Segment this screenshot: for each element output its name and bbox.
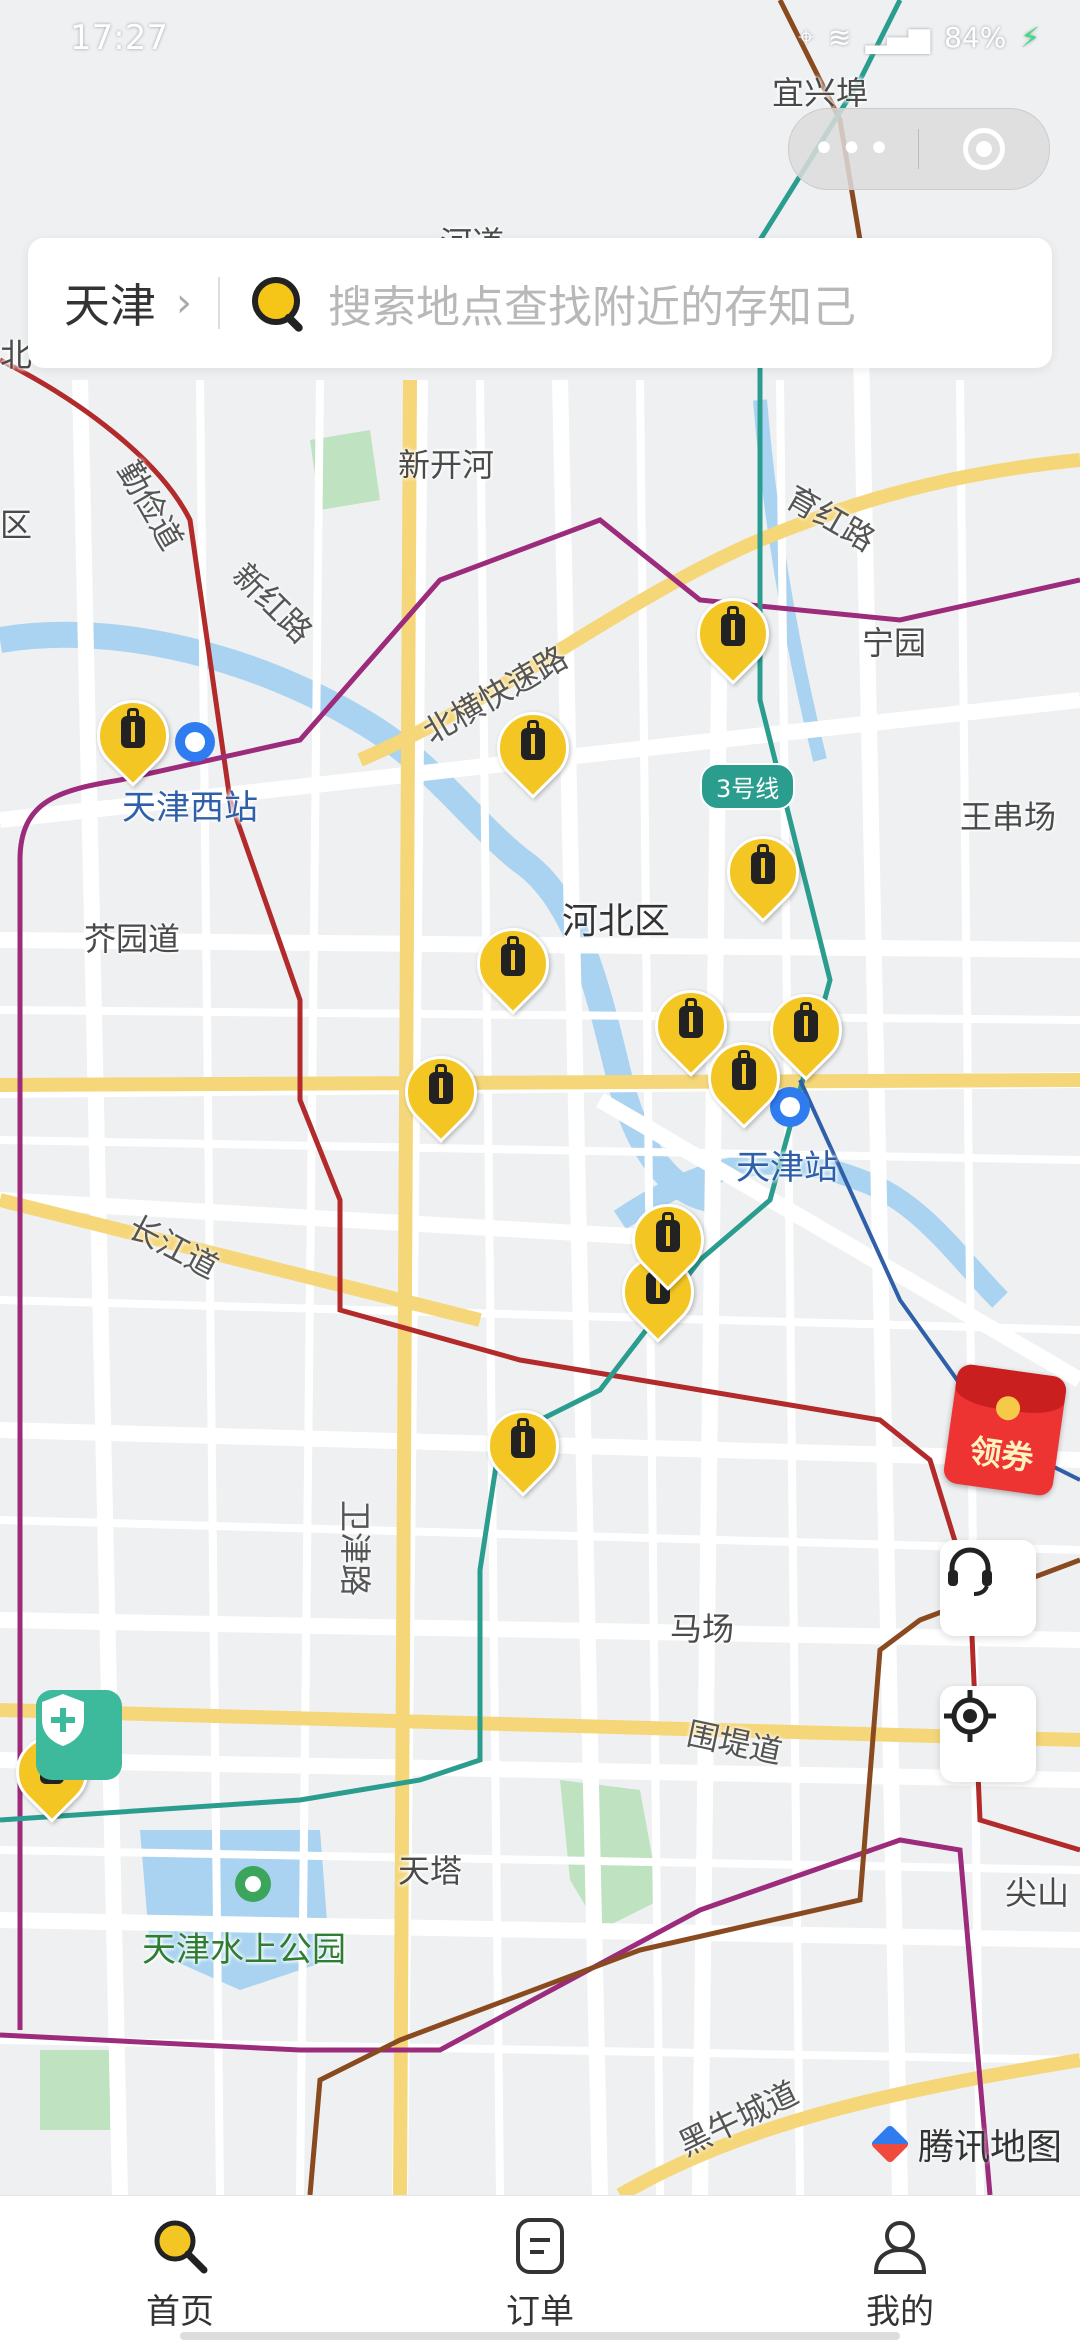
tab-orders[interactable]: 订单 (360, 2196, 720, 2341)
map-label-tianjinzhan: 天津站 (736, 1148, 838, 1188)
storage-pin-8[interactable] (693, 1027, 795, 1134)
wifi-icon: ≋ (828, 20, 852, 54)
storage-pin-4[interactable] (712, 821, 814, 928)
luggage-icon (121, 708, 145, 748)
charging-icon: ⚡ (1020, 20, 1040, 54)
luggage-icon (679, 998, 703, 1038)
storage-pin-3[interactable] (682, 583, 784, 690)
search-icon (154, 2220, 208, 2274)
luggage-icon (521, 720, 545, 760)
map-label-wangchuanchang: 王串场 (960, 798, 1057, 836)
luggage-icon (501, 936, 525, 976)
coupon-label: 领券 (967, 1431, 1036, 1479)
city-selector[interactable]: 天津 (64, 270, 156, 336)
locate-icon (944, 1690, 996, 1742)
more-dots-icon: ••• (812, 126, 895, 172)
miniprogram-capsule: ••• (788, 108, 1050, 190)
bottom-tab-bar: 首页 订单 我的 (0, 2195, 1080, 2341)
locate-button[interactable] (940, 1686, 1036, 1782)
search-bar: 天津 › 搜索地点查找附近的存知己 (28, 238, 1052, 368)
battery-level: 84% (944, 20, 1007, 54)
map-label-ningyuan: 宁园 (862, 624, 927, 662)
close-miniprogram-button[interactable] (919, 109, 1048, 189)
search-icon (250, 275, 306, 334)
search-input[interactable]: 搜索地点查找附近的存知己 (328, 271, 856, 335)
tab-mine[interactable]: 我的 (720, 2196, 1080, 2341)
map-label-xinkaihe: 新开河 (398, 446, 495, 484)
customer-service-button[interactable] (940, 1540, 1036, 1636)
order-icon (516, 2218, 564, 2274)
tab-mine-label: 我的 (866, 2292, 934, 2332)
shield-icon (42, 1694, 84, 1746)
tencent-map-logo-icon (870, 2124, 910, 2164)
tab-orders-label: 订单 (506, 2292, 574, 2332)
coupon-button[interactable]: 领券 (942, 1362, 1068, 1498)
luggage-icon (732, 1050, 756, 1090)
storage-pin-7[interactable] (755, 979, 857, 1086)
signal-icon: ▂▄▆ (865, 20, 931, 54)
luggage-icon (721, 606, 745, 646)
luggage-icon (511, 1418, 535, 1458)
close-circle-icon (962, 128, 1005, 170)
luggage-icon (429, 1064, 453, 1104)
storage-pin-12[interactable] (472, 1395, 574, 1502)
storage-pin-2[interactable] (482, 697, 584, 804)
map-label-qu-left: 区 (0, 506, 33, 544)
map-label-shuishang: 天津水上公园 (142, 1930, 346, 1970)
user-icon (873, 2221, 927, 2274)
map-label-hebeiqu: 河北区 (562, 901, 671, 942)
map-label-machang: 马场 (670, 1610, 735, 1648)
tab-home-label: 首页 (146, 2292, 214, 2332)
luggage-icon (751, 844, 775, 884)
home-indicator (180, 2332, 900, 2340)
tab-home[interactable]: 首页 (0, 2196, 360, 2341)
map-label-tianta: 天塔 (398, 1852, 463, 1890)
storage-pin-1[interactable] (82, 685, 184, 792)
headset-icon (948, 1547, 992, 1596)
safety-shield-button[interactable] (36, 1690, 122, 1780)
more-menu-button[interactable]: ••• (789, 109, 918, 189)
map-attribution: 腾讯地图 (870, 2118, 1062, 2170)
status-icons: ⌖ ≋ ▂▄▆ 84% ⚡ (798, 20, 1040, 54)
map-label-jianshan: 尖山 (1005, 1874, 1070, 1912)
road-label-weijinlu: 卫津路 (336, 1500, 374, 1597)
status-time: 17:27 (70, 18, 168, 58)
map-label-jieyuandao: 芥园道 (84, 920, 181, 958)
luggage-icon (794, 1002, 818, 1042)
luggage-icon (656, 1212, 680, 1252)
metro-line-badge: 3号线 (700, 763, 796, 810)
storage-pin-5[interactable] (462, 913, 564, 1020)
storage-pin-9[interactable] (390, 1041, 492, 1148)
status-bar: 17:27 ⌖ ≋ ▂▄▆ 84% ⚡ (0, 0, 1080, 80)
chevron-right-icon[interactable]: › (176, 280, 192, 326)
location-status-icon: ⌖ (798, 20, 815, 53)
search-divider (218, 277, 220, 329)
map-attribution-text: 腾讯地图 (917, 2127, 1062, 2168)
storage-pin-11[interactable] (617, 1189, 719, 1296)
